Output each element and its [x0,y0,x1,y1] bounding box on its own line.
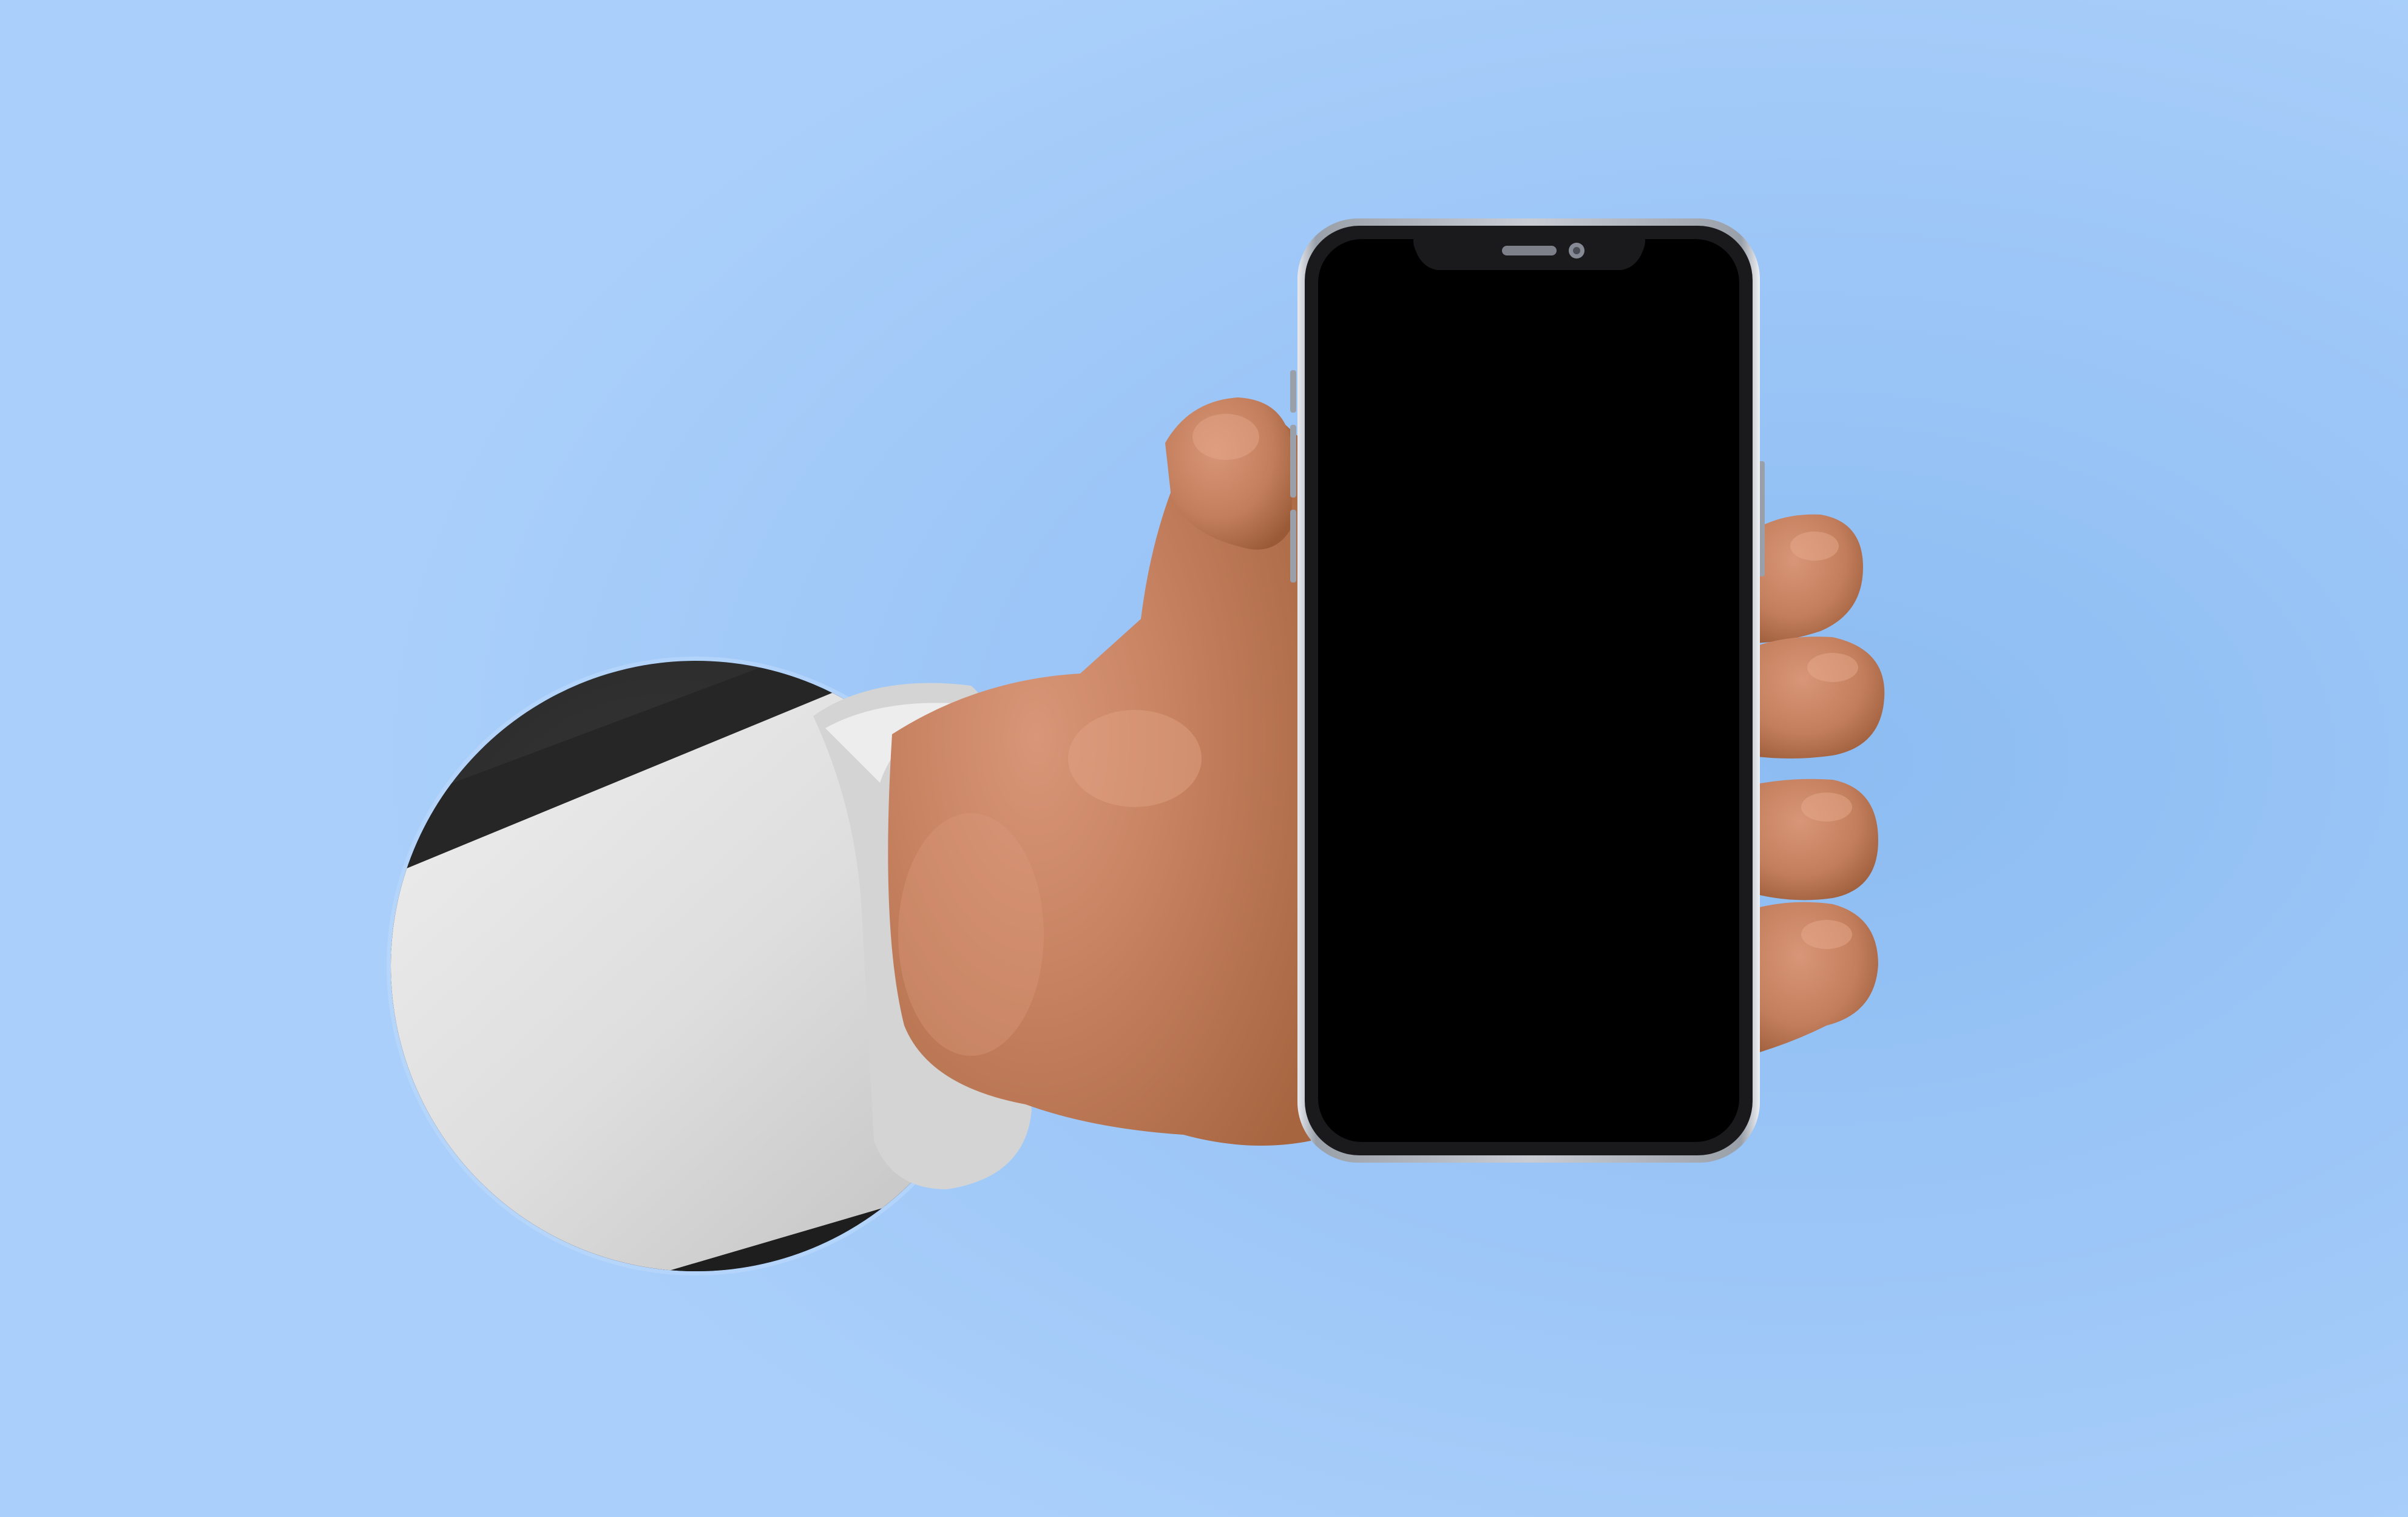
scene-svg [0,0,2408,1517]
phone-side-button-left [1290,370,1296,413]
illustration-scene [0,0,2408,1517]
phone-screen [1318,239,1739,1142]
phone-speaker [1502,246,1557,255]
smartphone [1290,218,1765,1163]
finger-2 [1748,637,1885,758]
